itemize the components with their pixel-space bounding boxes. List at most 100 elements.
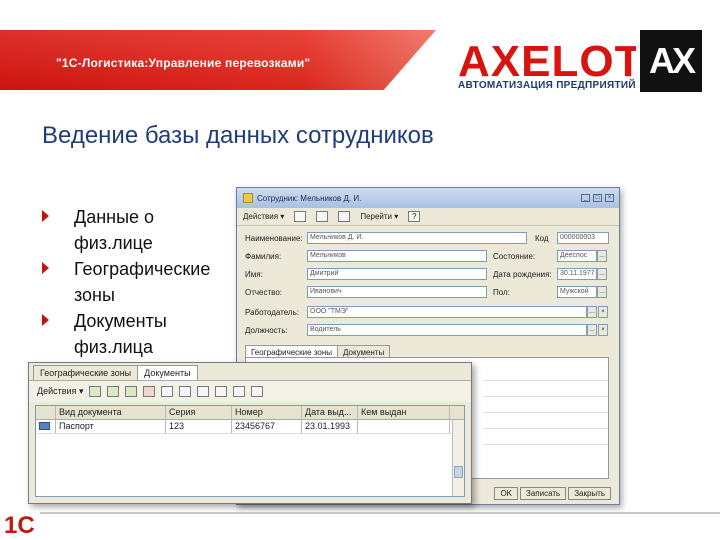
employee-window-titlebar[interactable]: Сотрудник: Мельников Д. И. _ □ × <box>237 188 619 208</box>
sort-icon[interactable] <box>197 386 210 397</box>
panel-divider <box>484 412 608 413</box>
actions-menu[interactable]: Действия ▾ <box>243 212 284 221</box>
column-header-icon <box>36 406 56 419</box>
status-label: Состояние: <box>493 252 536 261</box>
table-header: Вид документа Серия Номер Дата выд... Ке… <box>36 406 464 420</box>
code-field[interactable]: 000000003 <box>557 232 609 244</box>
bullet-arrow-icon <box>42 314 49 326</box>
tab-geo-zones[interactable]: Географические зоны <box>33 365 139 380</box>
product-title: "1С-Логистика:Управление перевозками" <box>56 56 311 70</box>
help-icon[interactable]: ? <box>408 211 421 222</box>
copy-row-icon[interactable] <box>107 386 120 397</box>
panel-divider <box>484 428 608 429</box>
bullet-item: Данные о физ.лице <box>42 204 232 256</box>
patronymic-label: Отчество: <box>245 288 282 297</box>
table-row[interactable]: Паспорт 123 23456767 23.01.1993 <box>36 420 464 434</box>
bullet-text: физ.лице <box>74 233 153 253</box>
surname-label: Фамилия: <box>245 252 282 261</box>
surname-field[interactable]: Мельников <box>307 250 487 262</box>
logo-subtitle: АВТОМАТИЗАЦИЯ ПРЕДПРИЯТИЙ <box>458 80 636 91</box>
bullet-arrow-icon <box>42 210 49 222</box>
column-header[interactable]: Номер <box>232 406 302 419</box>
birthdate-field[interactable]: 30.11.1977 <box>557 268 597 280</box>
column-header[interactable]: Дата выд... <box>302 406 358 419</box>
tab-documents[interactable]: Документы <box>137 365 198 380</box>
save-icon[interactable] <box>294 211 307 222</box>
birthdate-label: Дата рождения: <box>493 270 552 279</box>
panel-divider <box>484 380 608 381</box>
bullet-text: Географические <box>74 259 211 279</box>
firstname-label: Имя: <box>245 270 263 279</box>
footer-divider <box>40 512 720 514</box>
bullet-item: Географические зоны <box>42 256 232 308</box>
cell-number[interactable]: 23456767 <box>232 420 302 433</box>
panel-divider <box>484 396 608 397</box>
calendar-button[interactable]: … <box>597 268 607 280</box>
position-select-button[interactable]: … <box>587 324 597 336</box>
actions-menu[interactable]: Действия ▾ <box>37 386 83 397</box>
bullet-text: Данные о <box>74 207 155 227</box>
cell-doc-type[interactable]: Паспорт <box>56 420 166 433</box>
minimize-icon[interactable]: _ <box>581 194 590 202</box>
documents-window: Географические зоны Документы Действия ▾… <box>28 362 472 504</box>
scrollbar-thumb[interactable] <box>454 466 463 478</box>
maximize-icon[interactable]: □ <box>593 194 602 202</box>
window-title: Сотрудник: Мельников Д. И. <box>257 193 362 203</box>
bullet-text: зоны <box>74 285 115 305</box>
position-clear-button[interactable]: × <box>598 324 608 336</box>
column-header[interactable]: Кем выдан <box>358 406 450 419</box>
bullet-text: Документы <box>74 311 167 331</box>
documents-toolbar: Действия ▾ <box>29 380 471 402</box>
position-label: Должность: <box>245 326 288 335</box>
position-field[interactable]: Водитель <box>307 324 587 336</box>
goto-menu[interactable]: Перейти ▾ <box>360 212 398 221</box>
employer-clear-button[interactable]: × <box>598 306 608 318</box>
move-down-icon[interactable] <box>179 386 192 397</box>
refresh-icon[interactable] <box>338 211 351 222</box>
filter-icon[interactable] <box>215 386 228 397</box>
window-icon <box>243 193 253 203</box>
save-button[interactable]: Записать <box>520 487 567 500</box>
1c-logo: 1С <box>4 512 35 539</box>
post-icon[interactable] <box>316 211 329 222</box>
cell-issued-by[interactable] <box>358 420 450 433</box>
row-document-icon <box>36 420 56 433</box>
gender-label: Пол: <box>493 288 510 297</box>
move-up-icon[interactable] <box>161 386 174 397</box>
status-select-button[interactable]: … <box>597 250 607 262</box>
employer-select-button[interactable]: … <box>587 306 597 318</box>
cell-issue-date[interactable]: 23.01.1993 <box>302 420 358 433</box>
status-field[interactable]: Дееспос <box>557 250 597 262</box>
slide-title: Ведение базы данных сотрудников <box>42 122 434 149</box>
firstname-field[interactable]: Дмитрий <box>307 268 487 280</box>
bullet-item: Документы физ.лица <box>42 308 232 360</box>
bullet-list: Данные о физ.лице Географические зоны До… <box>42 204 232 360</box>
close-icon[interactable]: × <box>605 194 614 202</box>
employer-field[interactable]: ООО "ТМЭ" <box>307 306 587 318</box>
column-header[interactable]: Серия <box>166 406 232 419</box>
gender-select-button[interactable]: … <box>597 286 607 298</box>
documents-table: Вид документа Серия Номер Дата выд... Ке… <box>35 405 465 497</box>
clear-filter-icon[interactable] <box>233 386 246 397</box>
refresh-icon[interactable] <box>251 386 264 397</box>
bullet-text: физ.лица <box>74 337 153 357</box>
column-header[interactable]: Вид документа <box>56 406 166 419</box>
name-field[interactable]: Мельников Д. И. <box>307 232 527 244</box>
close-button[interactable]: Закрыть <box>568 487 611 500</box>
edit-row-icon[interactable] <box>125 386 138 397</box>
add-row-icon[interactable] <box>89 386 102 397</box>
logo-word-text: AXELOT <box>458 38 636 82</box>
axelot-logo: AXELOT <box>458 38 636 82</box>
ax-logo-mark: AX <box>640 30 702 92</box>
employee-toolbar: Действия ▾ Перейти ▾ ? <box>237 208 619 226</box>
bullet-arrow-icon <box>42 262 49 274</box>
documents-tabs: Географические зоны Документы <box>29 363 471 380</box>
delete-row-icon[interactable] <box>143 386 156 397</box>
gender-field[interactable]: Мужской <box>557 286 597 298</box>
employer-label: Работодатель: <box>245 308 299 317</box>
cell-series[interactable]: 123 <box>166 420 232 433</box>
patronymic-field[interactable]: Иванович <box>307 286 487 298</box>
panel-divider <box>484 444 608 445</box>
ok-button[interactable]: OK <box>494 487 518 500</box>
table-scrollbar[interactable] <box>452 420 464 496</box>
